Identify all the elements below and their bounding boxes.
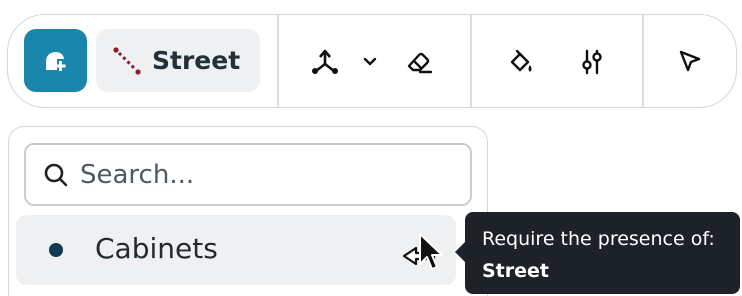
select-button[interactable] [673,45,707,79]
tooltip-arrow [455,242,465,262]
list-item-label: Cabinets [95,232,218,265]
street-line-icon [113,46,141,75]
toolbar: Street [7,14,737,108]
tooltip-text: Require the presence of: [482,228,715,250]
tool-options-dropdown[interactable] [360,52,380,72]
style-settings-button[interactable] [575,45,609,79]
node-tool-icon [312,49,338,74]
cursor-icon [402,233,443,270]
active-layer-chip[interactable]: Street [96,29,260,92]
tooltip: Require the presence of: Street [455,212,740,294]
node-tool-button[interactable] [308,45,342,79]
active-layer-label: Street [152,46,241,75]
add-feature-button[interactable] [24,29,87,92]
eraser-button[interactable] [402,45,436,79]
toolbar-divider [277,15,279,107]
chevron-down-icon [363,57,377,66]
search-icon [44,163,68,186]
list-item-cabinets[interactable]: Cabinets [16,215,456,285]
sliders-icon [582,49,602,75]
layer-dot [49,243,63,257]
toolbar-divider [642,15,644,107]
eraser-icon [407,52,433,74]
add-location-icon [45,51,65,71]
search-box[interactable] [24,143,472,206]
fill-button[interactable] [504,45,538,79]
pointer-icon [679,50,701,72]
tooltip-layer-name: Street [482,260,549,282]
search-input[interactable] [80,159,460,190]
toolbar-divider [470,15,472,107]
paint-bucket-icon [510,49,532,72]
